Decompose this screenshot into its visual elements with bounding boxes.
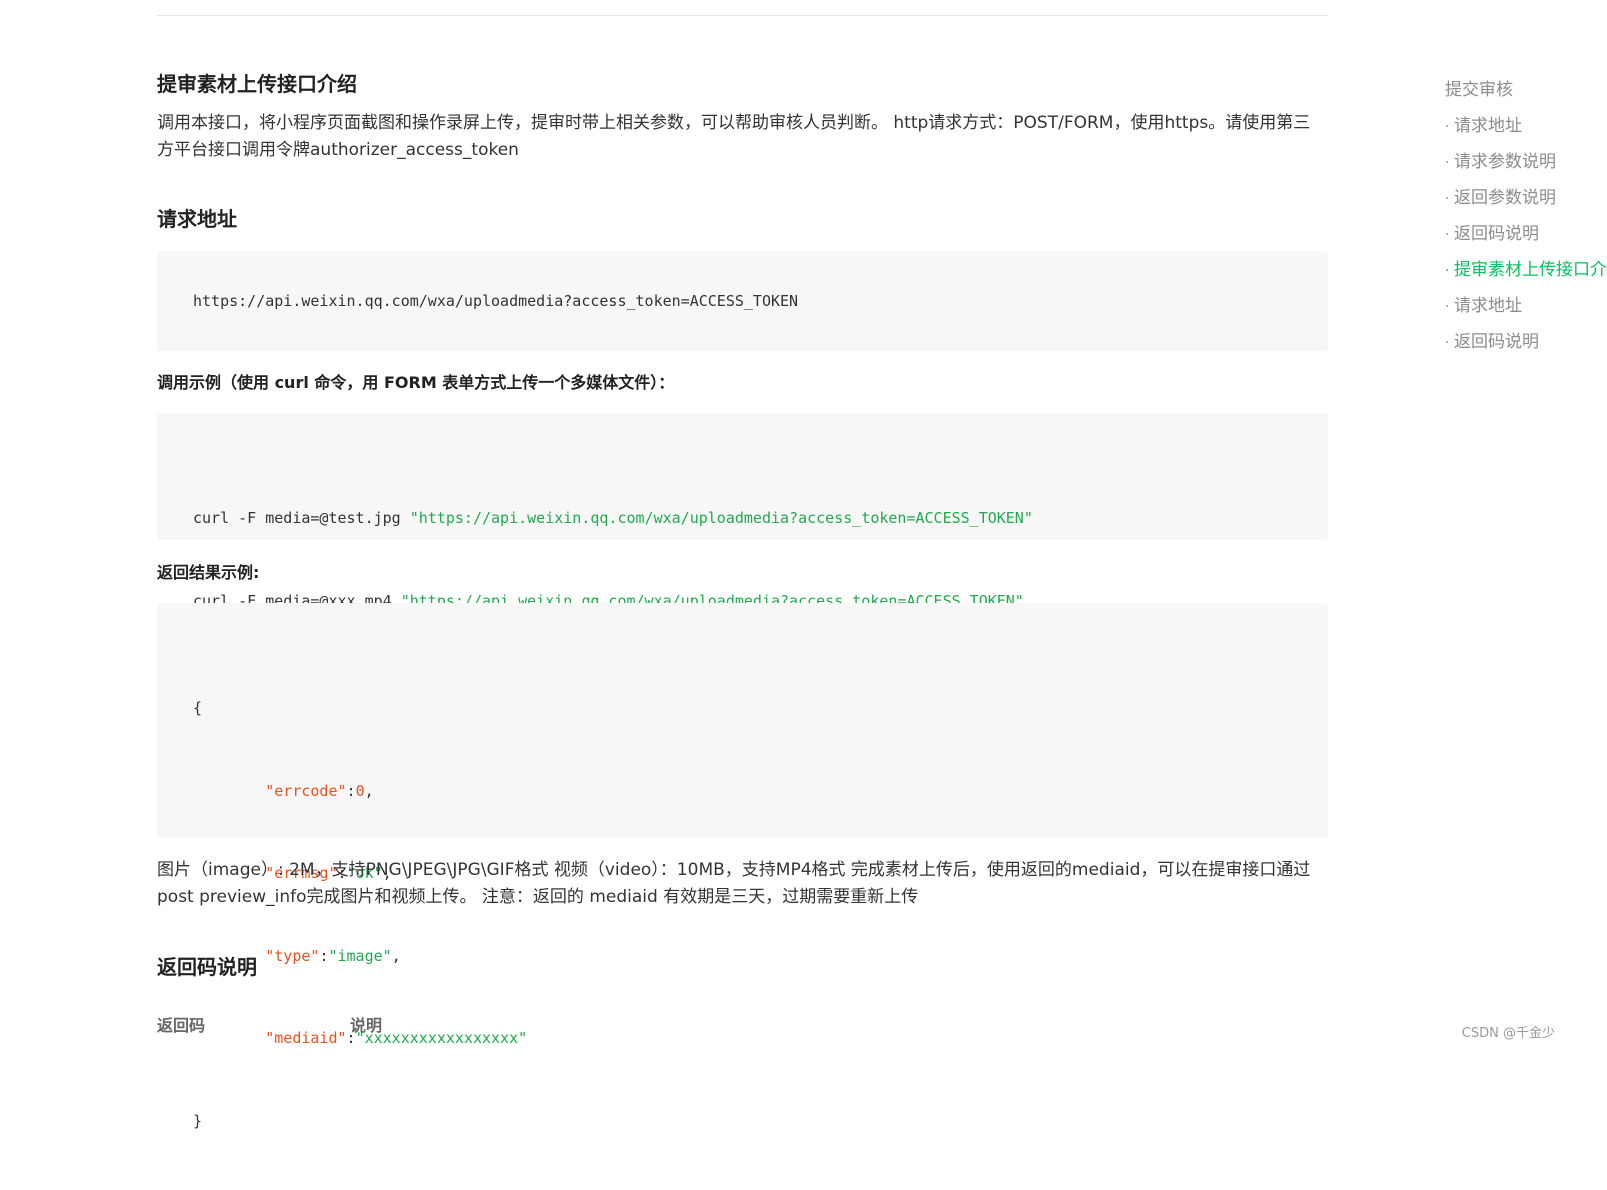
- toc-bullet: ·: [1445, 227, 1450, 243]
- json-code: { "errcode":0, "errmsg":"ok", "type":"im…: [193, 640, 527, 1190]
- table-of-contents: 提交审核 · 请求地址 · 请求参数说明 · 返回参数说明 · 返回码说明 · 提审素材上…: [1445, 76, 1607, 364]
- toc-item-request-url[interactable]: · 请求地址: [1445, 112, 1607, 148]
- table-header-code: 返回码: [157, 1016, 206, 1035]
- curl-line: curl -F media=@test.jpg "https://api.wei…: [193, 505, 1033, 533]
- section-title-errcode: 返回码说明: [157, 955, 257, 979]
- json-close-brace: }: [193, 1111, 203, 1130]
- json-value: "image": [328, 946, 392, 965]
- request-url-code: https://api.weixin.qq.com/wxa/uploadmedi…: [193, 292, 799, 310]
- table-header-description: 说明: [350, 1016, 383, 1035]
- request-url-codeblock: https://api.weixin.qq.com/wxa/uploadmedi…: [157, 251, 1328, 351]
- toc-bullet: ·: [1445, 191, 1450, 207]
- result-json-codeblock: { "errcode":0, "errmsg":"ok", "type":"im…: [157, 603, 1328, 1130]
- media-limits-description: 图片（image）: 2M，支持PNG\JPEG\JPG\GIF格式 视频（vi…: [157, 860, 1311, 907]
- section-title-upload: 提审素材上传接口介绍: [157, 72, 357, 96]
- curl-example-label: 调用示例（使用 curl 命令，用 FORM 表单方式上传一个多媒体文件）：: [157, 373, 675, 392]
- top-divider: [157, 15, 1328, 16]
- toc-bullet: ·: [1445, 155, 1450, 171]
- toc-item-submit-review[interactable]: 提交审核: [1445, 76, 1607, 112]
- section-title-request-url: 请求地址: [157, 207, 237, 231]
- json-key: "errcode": [265, 781, 347, 800]
- result-example-label: 返回结果示例:: [157, 563, 260, 582]
- json-value: 0: [355, 781, 365, 800]
- curl-url-string: "https://api.weixin.qq.com/wxa/uploadmed…: [409, 509, 1033, 527]
- json-open-brace: {: [193, 699, 203, 717]
- curl-example-codeblock: curl -F media=@test.jpg "https://api.wei…: [157, 413, 1328, 610]
- toc-bullet: ·: [1445, 263, 1450, 279]
- toc-bullet: ·: [1445, 119, 1450, 135]
- upload-description: 调用本接口，将小程序页面截图和操作录屏上传，提审时带上相关参数，可以帮助审核人员…: [157, 113, 1311, 160]
- toc-bullet: ·: [1445, 335, 1450, 351]
- curl-command: curl -F media=@test.jpg: [193, 509, 410, 527]
- json-key: "mediaid": [265, 1029, 347, 1047]
- toc-item-upload-intro[interactable]: · 提审素材上传接口介绍: [1445, 256, 1607, 292]
- json-field: "errcode":0,: [265, 781, 374, 800]
- csdn-watermark: CSDN @千金少: [1461, 1026, 1555, 1041]
- toc-item-return-params[interactable]: · 返回参数说明: [1445, 184, 1607, 220]
- toc-item-return-codes-2[interactable]: · 返回码说明: [1445, 328, 1607, 364]
- toc-item-request-url-2[interactable]: · 请求地址: [1445, 292, 1607, 328]
- toc-bullet: ·: [1445, 299, 1450, 315]
- json-key: "type": [265, 946, 320, 965]
- toc-item-request-params[interactable]: · 请求参数说明: [1445, 148, 1607, 184]
- toc-item-return-codes[interactable]: · 返回码说明: [1445, 220, 1607, 256]
